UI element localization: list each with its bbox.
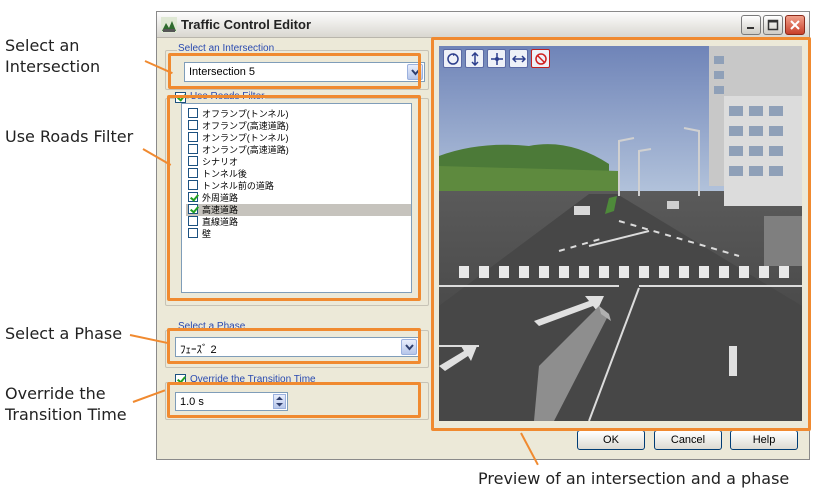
- ok-button[interactable]: OK: [577, 430, 645, 450]
- cancel-button[interactable]: Cancel: [654, 430, 722, 450]
- help-button[interactable]: Help: [730, 430, 798, 450]
- callout-roads-filter: Use Roads Filter: [5, 127, 134, 146]
- highlight-transition: [167, 382, 421, 418]
- callout-preview: Preview of an intersection and a phase: [478, 469, 790, 488]
- highlight-phase: [167, 328, 421, 364]
- close-icon: [790, 20, 800, 30]
- maximize-icon: [767, 19, 779, 31]
- title-bar[interactable]: Traffic Control Editor: [157, 12, 809, 38]
- highlight-preview: [431, 37, 811, 431]
- close-button[interactable]: [785, 15, 805, 35]
- minimize-button[interactable]: [741, 15, 761, 35]
- callout-transition-time: Override the Transition Time: [5, 384, 127, 424]
- app-icon: [161, 17, 177, 33]
- callout-select-phase: Select a Phase: [5, 324, 123, 343]
- highlight-intersection: [168, 53, 421, 89]
- highlight-roads-filter: [167, 95, 421, 301]
- maximize-button[interactable]: [763, 15, 783, 35]
- callout-select-intersection: Select an Intersection: [5, 36, 101, 76]
- window-title: Traffic Control Editor: [181, 17, 311, 32]
- minimize-icon: [747, 27, 754, 29]
